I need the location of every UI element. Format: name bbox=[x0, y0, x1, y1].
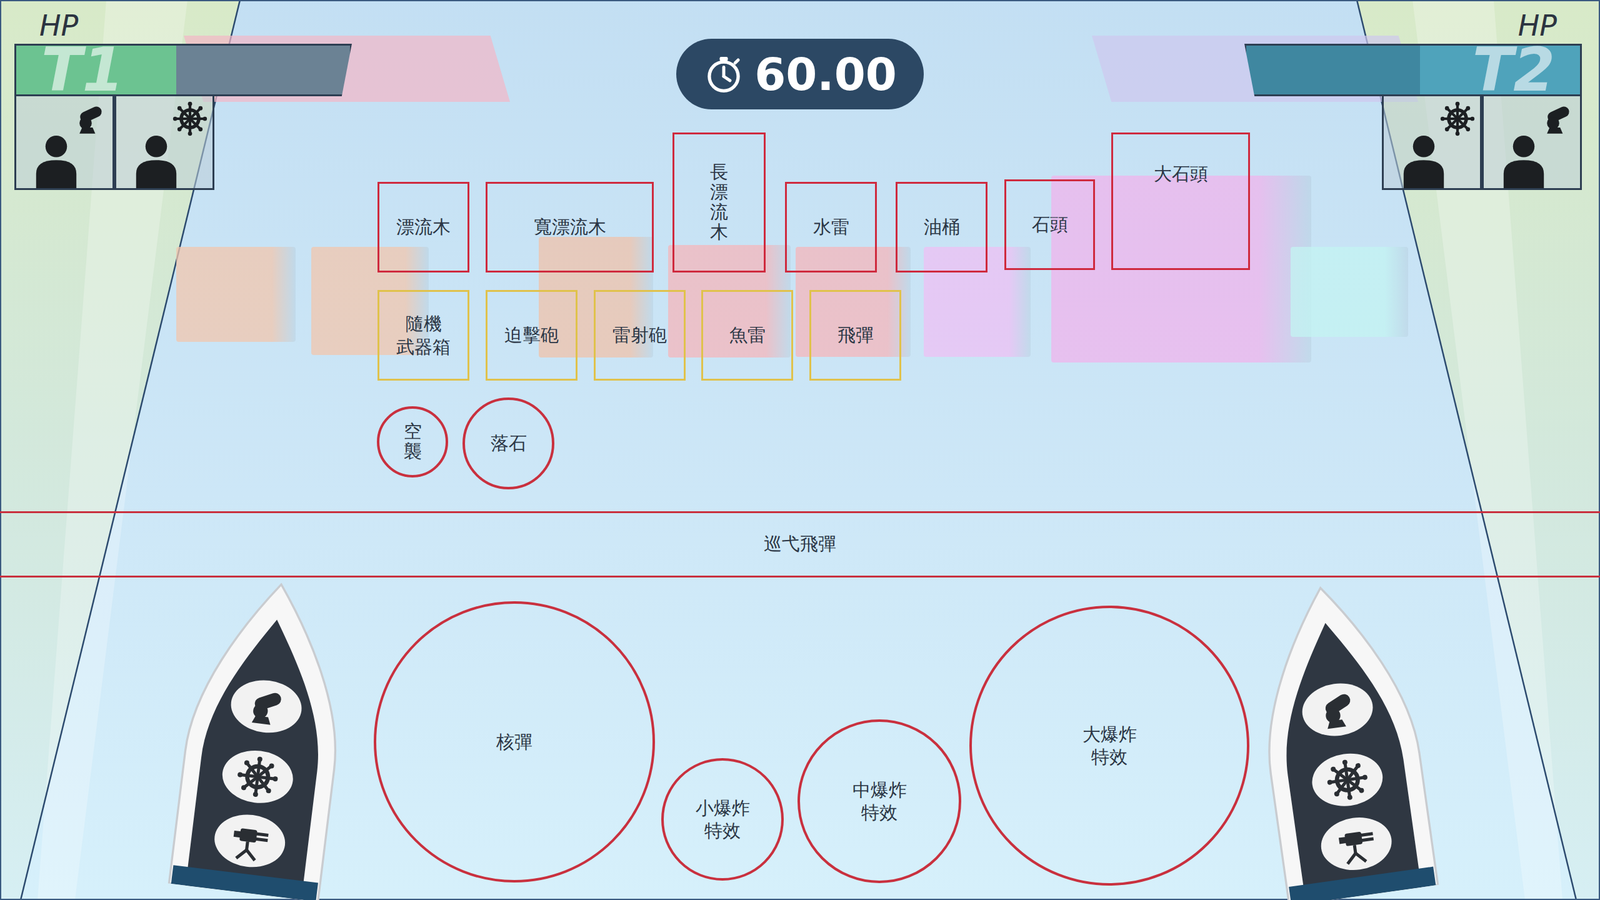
helm-icon bbox=[172, 101, 208, 137]
cannon-icon bbox=[72, 101, 108, 137]
crew-slot bbox=[114, 96, 215, 190]
hp-bar: T1 bbox=[14, 43, 352, 97]
ship-icon bbox=[160, 571, 366, 900]
player-ship bbox=[160, 571, 366, 900]
hp-bar: T2 bbox=[1244, 43, 1582, 97]
lane-label: 巡弋飛彈 bbox=[763, 530, 837, 559]
timer: 60.00 bbox=[676, 38, 924, 110]
obstacle-zone: 油桶 bbox=[895, 181, 988, 273]
person-icon bbox=[127, 130, 185, 189]
weapon-zone: 魚雷 bbox=[701, 290, 794, 381]
crew-slot bbox=[1481, 96, 1582, 190]
hazard-zone-label: 落石 bbox=[490, 431, 527, 455]
ship-icon bbox=[1236, 574, 1448, 900]
weapon-zone-label: 迫擊砲 bbox=[504, 323, 559, 347]
team-name: T1 bbox=[16, 43, 149, 97]
weapon-zone: 隨機 武器箱 bbox=[377, 290, 470, 381]
obstacle-zone-label: 油桶 bbox=[923, 215, 960, 239]
effect-zone-label: 中爆炸 特效 bbox=[852, 778, 907, 825]
effect-zone-label: 小爆炸 特效 bbox=[695, 796, 750, 843]
weapon-zone-label: 魚雷 bbox=[729, 323, 766, 347]
obstacle-zone: 長漂流木 bbox=[672, 132, 766, 273]
hp-track bbox=[1246, 45, 1420, 95]
weapon-zone: 雷射砲 bbox=[593, 290, 686, 381]
cannon-icon bbox=[1540, 101, 1575, 137]
floating-block bbox=[176, 246, 296, 342]
person-icon bbox=[1495, 130, 1553, 189]
team-hud: HPT1 bbox=[14, 11, 355, 190]
crew-slots bbox=[1381, 96, 1582, 190]
weapon-zone: 迫擊砲 bbox=[485, 290, 578, 381]
team-bar: T2 bbox=[1420, 45, 1580, 95]
helm-icon bbox=[1440, 101, 1475, 137]
hazard-zone-label: 空襲 bbox=[403, 421, 422, 462]
effect-zone: 小爆炸 特效 bbox=[661, 758, 784, 881]
obstacle-zone: 大石頭 bbox=[1111, 132, 1250, 270]
effect-zone: 核彈 bbox=[373, 601, 655, 883]
hazard-zone: 落石 bbox=[462, 397, 555, 490]
person-icon bbox=[1395, 130, 1453, 189]
hp-label: HP bbox=[14, 11, 355, 44]
stopwatch-icon bbox=[703, 53, 745, 95]
floating-block bbox=[923, 246, 1031, 357]
team-bar: T1 bbox=[16, 45, 177, 95]
player-ship bbox=[1236, 574, 1448, 900]
hp-label: HP bbox=[1493, 11, 1582, 44]
effect-zone-label: 大爆炸 特效 bbox=[1082, 723, 1137, 769]
cruise-missile-lane: 巡弋飛彈 bbox=[0, 511, 1600, 578]
obstacle-zone-label: 長漂流木 bbox=[710, 162, 729, 243]
obstacle-zone: 寬漂流木 bbox=[485, 181, 654, 273]
obstacle-zone-label: 漂流木 bbox=[396, 215, 451, 239]
crew-slots bbox=[14, 96, 355, 190]
obstacle-zone-label: 大石頭 bbox=[1153, 162, 1209, 185]
effect-zone-label: 核彈 bbox=[496, 730, 533, 754]
crew-slot bbox=[1381, 96, 1482, 190]
weapon-zone-label: 隨機 武器箱 bbox=[396, 312, 451, 359]
obstacle-zone-label: 石頭 bbox=[1031, 213, 1069, 236]
obstacle-zone: 漂流木 bbox=[377, 181, 470, 273]
team-hud: HPT2 bbox=[1241, 11, 1582, 190]
effect-zone: 大爆炸 特效 bbox=[969, 605, 1250, 886]
floating-block bbox=[1290, 246, 1409, 337]
crew-slot bbox=[14, 96, 115, 190]
effect-zone: 中爆炸 特效 bbox=[797, 719, 962, 884]
team-name: T2 bbox=[1447, 43, 1580, 97]
obstacle-zone: 水雷 bbox=[785, 181, 877, 273]
obstacle-zone: 石頭 bbox=[1004, 179, 1095, 270]
weapon-zone: 飛彈 bbox=[809, 290, 902, 381]
person-icon bbox=[27, 130, 85, 189]
timer-value: 60.00 bbox=[754, 40, 897, 109]
hazard-zone: 空襲 bbox=[376, 406, 449, 478]
weapon-zone-label: 飛彈 bbox=[837, 323, 874, 347]
obstacle-zone-label: 寬漂流木 bbox=[533, 215, 607, 239]
game-stage: 漂流木 寬漂流木 長漂流木水雷 油桶 石頭 大石頭隨機 武器箱 迫擊砲 雷射砲 魚雷 飛彈空襲 落石… bbox=[0, 0, 1600, 900]
weapon-zone-label: 雷射砲 bbox=[612, 323, 667, 347]
hp-track bbox=[176, 45, 350, 95]
obstacle-zone-label: 水雷 bbox=[813, 215, 850, 239]
